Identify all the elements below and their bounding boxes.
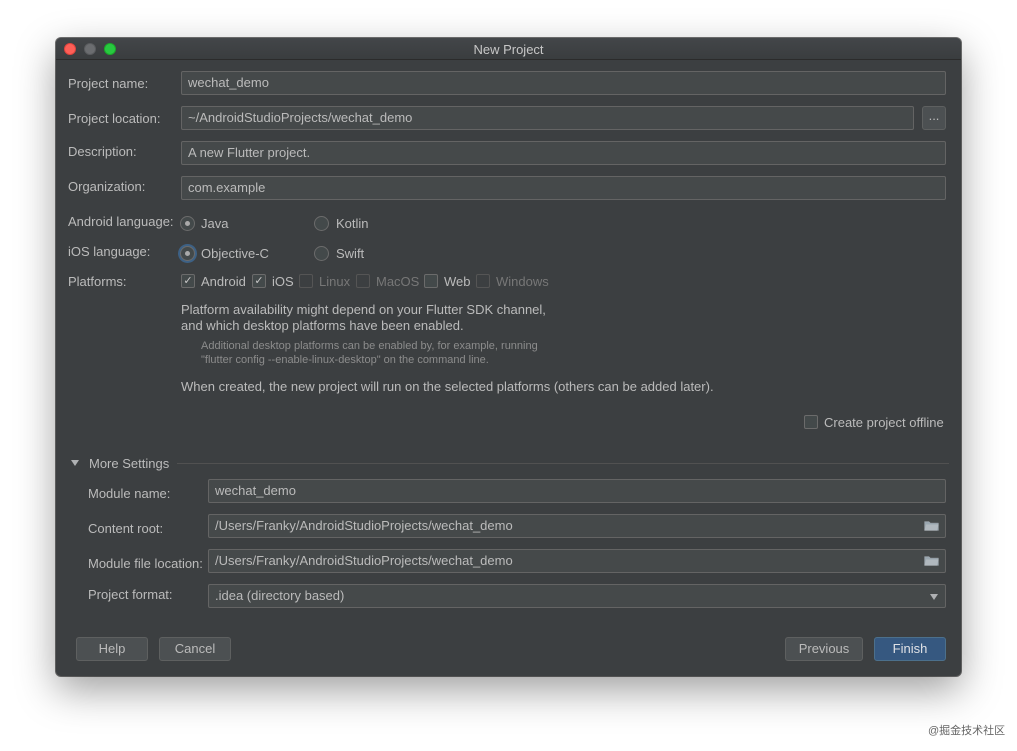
created-note: When created, the new project will run o… <box>181 379 714 394</box>
chevron-down-icon[interactable] <box>930 594 938 600</box>
macos-checkbox-label: MacOS <box>376 274 420 289</box>
finish-button[interactable]: Finish <box>874 637 946 661</box>
web-checkbox[interactable] <box>424 274 438 288</box>
project-name-label: Project name: <box>68 76 149 91</box>
ios-checkbox-label[interactable]: iOS <box>272 274 294 289</box>
swift-radio-label[interactable]: Swift <box>336 246 364 261</box>
folder-icon[interactable] <box>924 555 939 566</box>
hint-line2: "flutter config --enable-linux-desktop" … <box>201 354 489 366</box>
help-button[interactable]: Help <box>76 637 148 661</box>
browse-location-button[interactable]: ... <box>922 106 946 130</box>
hint-line1: Additional desktop platforms can be enab… <box>201 340 538 352</box>
web-checkbox-label[interactable]: Web <box>444 274 471 289</box>
chevron-down-icon[interactable] <box>71 460 79 466</box>
module-file-location-input[interactable]: /Users/Franky/AndroidStudioProjects/wech… <box>208 549 946 573</box>
ios-checkbox[interactable]: ✓ <box>252 274 266 288</box>
linux-checkbox-label: Linux <box>319 274 351 289</box>
check-icon: ✓ <box>254 275 264 287</box>
module-file-location-label: Module file location: <box>88 556 203 571</box>
description-input[interactable]: A new Flutter project. <box>181 141 946 165</box>
watermark: @掘金技术社区 <box>928 725 1006 737</box>
java-radio[interactable] <box>180 216 195 231</box>
android-checkbox[interactable]: ✓ <box>181 274 195 288</box>
folder-icon[interactable] <box>924 520 939 531</box>
project-location-input[interactable]: ~/AndroidStudioProjects/wechat_demo <box>181 106 914 130</box>
android-checkbox-label[interactable]: Android <box>201 274 246 289</box>
cancel-button[interactable]: Cancel <box>159 637 231 661</box>
description-label: Description: <box>68 144 137 159</box>
organization-label: Organization: <box>68 179 146 194</box>
previous-button[interactable]: Previous <box>785 637 863 661</box>
check-icon: ✓ <box>183 275 193 287</box>
kotlin-radio-label[interactable]: Kotlin <box>336 216 369 231</box>
platform-info-line2: and which desktop platforms have been en… <box>181 318 464 333</box>
platform-info-line1: Platform availability might depend on yo… <box>181 302 546 317</box>
more-settings-divider <box>177 463 949 464</box>
objective-c-radio-label[interactable]: Objective-C <box>201 246 269 261</box>
content-root-label: Content root: <box>88 521 164 536</box>
macos-checkbox <box>356 274 370 288</box>
windows-checkbox <box>476 274 490 288</box>
module-name-input[interactable]: wechat_demo <box>208 479 946 503</box>
module-name-label: Module name: <box>88 486 171 501</box>
kotlin-radio[interactable] <box>314 216 329 231</box>
java-radio-label[interactable]: Java <box>201 216 228 231</box>
title-bar: New Project <box>56 38 961 60</box>
create-offline-checkbox[interactable] <box>804 415 818 429</box>
new-project-dialog: New Project Project name: wechat_demo Pr… <box>56 38 961 676</box>
more-settings-toggle[interactable]: More Settings <box>89 456 169 471</box>
swift-radio[interactable] <box>314 246 329 261</box>
linux-checkbox <box>299 274 313 288</box>
content-root-input[interactable]: /Users/Franky/AndroidStudioProjects/wech… <box>208 514 946 538</box>
platforms-label: Platforms: <box>68 274 127 289</box>
create-offline-label[interactable]: Create project offline <box>824 415 944 430</box>
organization-input[interactable]: com.example <box>181 176 946 200</box>
project-format-label: Project format: <box>88 587 173 602</box>
window-title: New Project <box>473 42 544 57</box>
project-name-input[interactable]: wechat_demo <box>181 71 946 95</box>
ios-language-label: iOS language: <box>68 244 151 259</box>
android-language-label: Android language: <box>68 214 174 229</box>
windows-checkbox-label: Windows <box>496 274 549 289</box>
project-format-select[interactable]: .idea (directory based) <box>208 584 946 608</box>
objective-c-radio[interactable] <box>180 246 195 261</box>
project-location-label: Project location: <box>68 111 161 126</box>
